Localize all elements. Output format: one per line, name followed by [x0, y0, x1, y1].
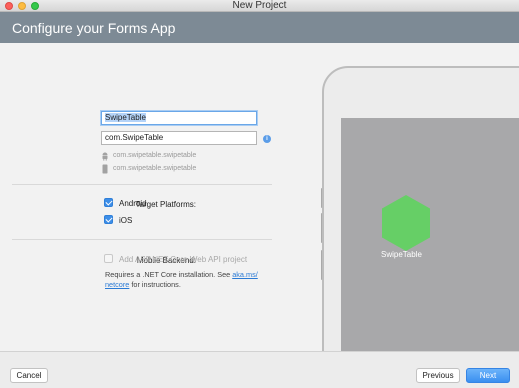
android-package-id-text: com.swipetable.swipetable [113, 152, 197, 159]
note-prefix: Requires a .NET Core installation. See [105, 270, 233, 279]
preview-app-name: SwipeTable [381, 250, 422, 259]
footer-bar: Cancel Previous Next [0, 351, 519, 388]
cancel-button[interactable]: Cancel [10, 368, 48, 383]
window-title: New Project [232, 0, 287, 11]
app-hexagon-icon [382, 195, 430, 251]
previous-button[interactable]: Previous [416, 368, 460, 383]
netcore-link-part2: netcore [105, 280, 130, 289]
add-web-api-checkbox[interactable] [104, 254, 113, 263]
android-checkbox[interactable] [104, 198, 113, 207]
divider [12, 239, 272, 240]
info-icon[interactable]: i [263, 135, 271, 143]
android-icon [102, 152, 108, 161]
ios-checkbox-label[interactable]: iOS [119, 216, 132, 225]
netcore-link-part1: aka.ms/ [232, 270, 258, 279]
add-web-api-label: Add ASP.NET Core Web API project [119, 255, 248, 264]
app-name-value: SwipeTable [105, 113, 146, 122]
next-button[interactable]: Next [466, 368, 510, 383]
app-name-input[interactable]: SwipeTable [101, 111, 257, 125]
phone-screen: SwipeTable [341, 118, 519, 355]
page-header: Configure your Forms App [0, 12, 519, 43]
android-checkbox-label[interactable]: Android [119, 199, 147, 208]
ios-checkbox[interactable] [104, 215, 113, 224]
apple-device-icon [102, 164, 108, 174]
device-preview: SwipeTable [315, 63, 519, 355]
organization-identifier-input[interactable]: com.SwipeTable [101, 131, 257, 145]
netcore-requirement-note: Requires a .NET Core installation. See a… [105, 270, 275, 290]
note-suffix: for instructions. [129, 280, 181, 289]
divider [12, 184, 272, 185]
ios-package-id-text: com.swipetable.swipetable [113, 165, 197, 172]
page-title: Configure your Forms App [12, 20, 176, 36]
organization-identifier-value: com.SwipeTable [105, 133, 164, 142]
window-titlebar: New Project [0, 0, 519, 12]
